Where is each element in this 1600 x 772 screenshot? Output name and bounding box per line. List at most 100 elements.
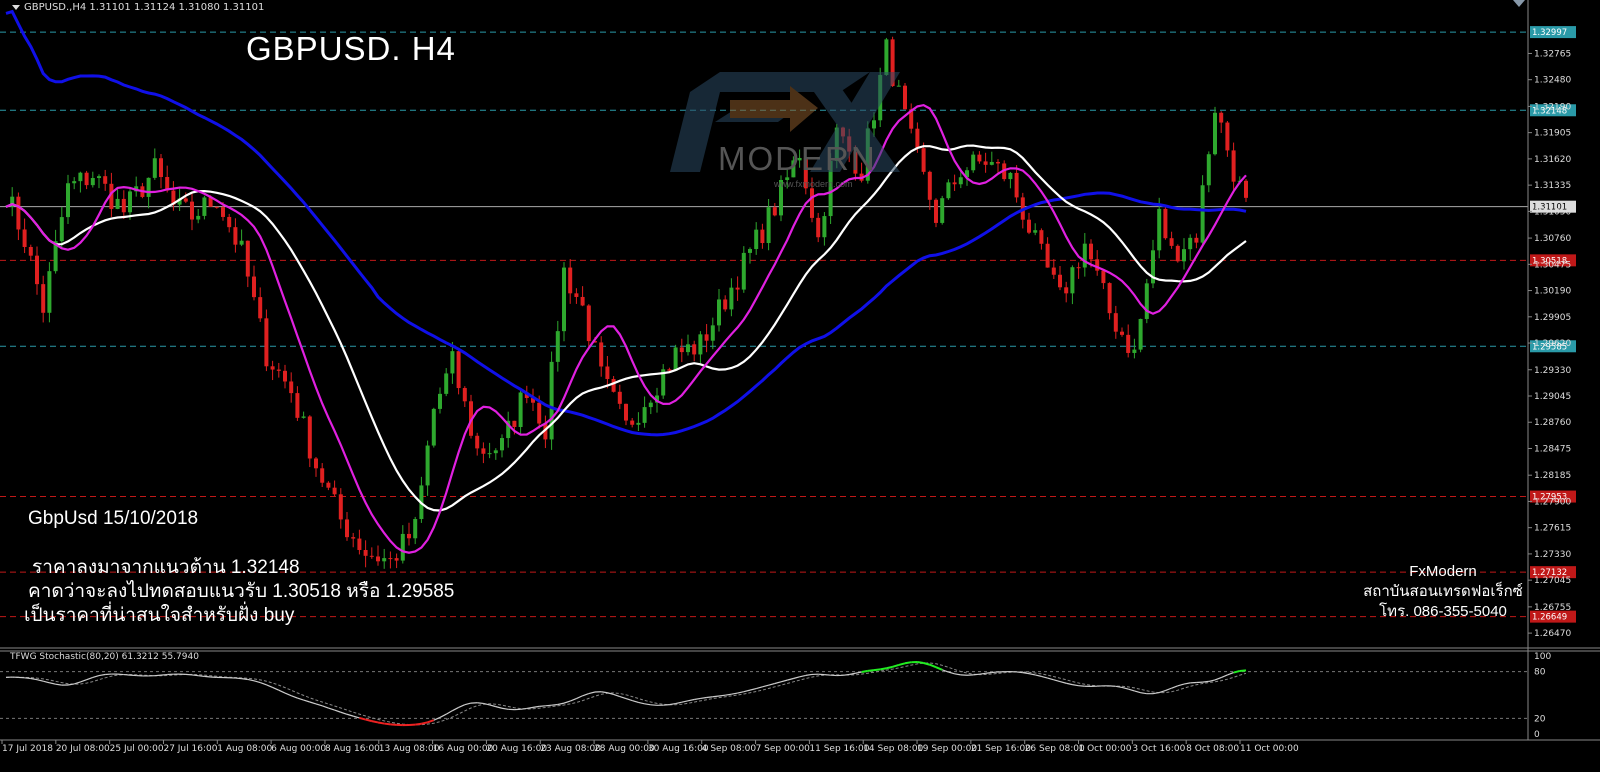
stoch-segment [365,718,373,723]
candle-body [1070,267,1075,294]
dropdown-triangle-icon[interactable] [12,4,20,10]
candle-body [227,216,232,228]
candle-body [1126,334,1131,353]
stoch-segment [24,677,31,680]
candle-body [648,402,653,408]
candle-body [338,494,343,520]
candle-body [1182,249,1186,262]
x-tick-label: 1 Aug 08:00 [217,744,272,754]
candle-body [28,246,33,256]
x-tick-label: 8 Aug 16:00 [325,744,380,754]
stoch-segment [303,699,310,703]
stoch-segment [1214,676,1222,681]
candle-body [983,161,988,165]
stoch-segment [873,668,881,672]
stoch-segment [687,698,695,702]
candle-body [1213,112,1217,155]
candle-body [456,351,461,389]
candle-body [1101,270,1106,284]
stoch-segment [613,693,620,698]
candle-body [1206,154,1211,186]
x-tick-label: 8 Oct 08:00 [1186,744,1239,754]
candle-body [363,549,368,556]
candle-body [1064,287,1069,294]
candle-body [97,176,101,179]
stoch-segment [297,697,304,701]
candle-body [1169,238,1174,246]
stoch-segment [278,689,286,694]
ma-fast-magenta [5,103,1247,554]
stoch-segment [36,679,44,682]
y-tick-label: 1.26470 [1534,629,1571,639]
stoch-segment [948,671,955,675]
candle-body [190,201,194,220]
chart-shift-marker[interactable] [1513,0,1525,7]
candle-body [183,198,188,202]
stoch-segment [731,692,738,695]
stoch-segment [904,661,912,665]
stoch-segment [1208,679,1216,682]
stoch-segment [439,713,447,718]
candle-body [717,299,721,326]
stoch-segment [384,722,391,726]
candle-body [450,351,455,374]
analysis-line-2: คาดว่าจะลงไปทดสอบแนวรับ 1.30518 หรือ 1.2… [28,581,455,602]
candle-body [431,408,436,446]
y-tick-label: 1.28475 [1534,444,1571,454]
stoch-segment [700,696,707,700]
stoch-segment [526,706,534,710]
stoch-segment [532,705,540,708]
candle-body [295,393,300,418]
stoch-segment [1072,684,1079,687]
stoch-signal-line [5,662,1247,726]
stoch-segment [601,691,608,694]
stoch-segment [867,669,875,672]
stoch-segment [421,721,428,725]
stoch-segment [1053,679,1061,683]
stoch-segment [917,661,924,664]
chart-title: GBPUSD. H4 [246,30,456,67]
candle-body [1008,172,1013,180]
x-tick-label: 20 Aug 16:00 [486,744,547,754]
stoch-segment [725,693,732,696]
stoch-segment [1041,675,1048,679]
analysis-notes: ราคาลงมาจากแนวต้าน 1.32148 คาดว่าจะลงไปท… [24,556,454,628]
stoch-segment [1233,669,1241,674]
x-tick-label: 27 Jul 16:00 [163,744,217,754]
candle-body [667,369,672,371]
stoch-segment [787,677,794,681]
candle-body [35,255,39,285]
stoch-segment [935,666,943,671]
candle-body [586,305,591,342]
candle-body [580,296,585,306]
candle-body [283,370,287,382]
candle-body [351,537,356,539]
stoch-tick-label: 100 [1534,652,1551,662]
signature-name: FxModern [1409,563,1477,580]
stoch-segment [1152,691,1160,695]
stoch-segment [49,682,56,685]
stoch-segment [1177,683,1185,687]
candle-body [121,198,126,213]
candle-body [233,227,238,245]
stoch-segment [43,680,50,684]
candle-body [245,240,250,277]
stoch-segment [390,723,397,726]
y-tick-label: 1.30760 [1534,234,1571,244]
stoch-segment [489,704,496,708]
candle-body [518,392,523,427]
candle-body [921,148,926,172]
candle-body [252,276,256,298]
stoch-segment [545,704,552,707]
candle-body [425,445,430,486]
y-tick-label: 1.28760 [1534,418,1571,428]
logo-url: www.fxmodern.com [774,179,853,189]
stoch-segment [799,674,806,678]
stoch-segment [458,704,466,708]
y-tick-label: 1.29330 [1534,366,1571,376]
candle-body [301,416,306,418]
y-tick-label: 1.31050 [1534,207,1571,217]
candle-body [1132,349,1137,353]
candle-body [989,161,994,165]
stoch-segment [241,678,248,681]
